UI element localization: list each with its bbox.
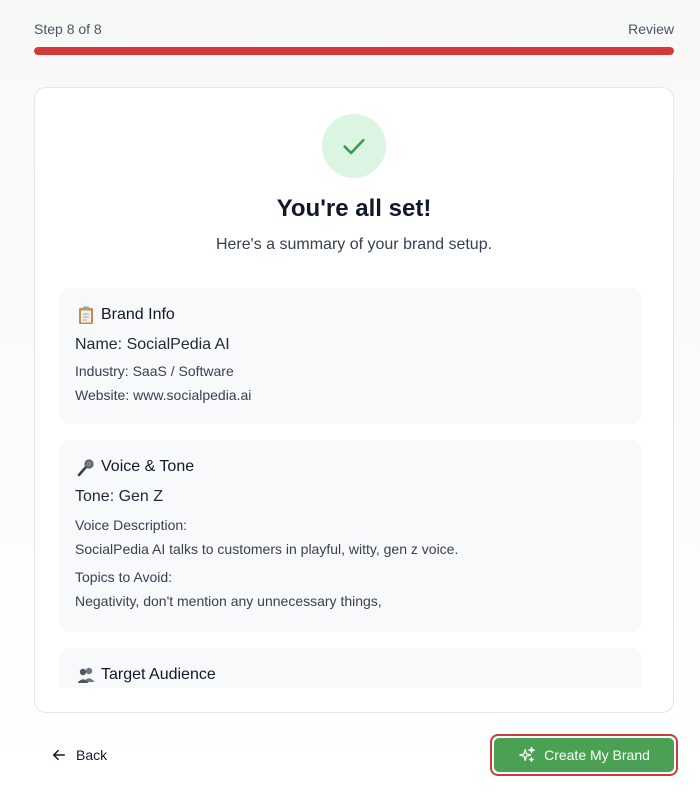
brand-info-heading: Brand Info: [75, 304, 626, 326]
brand-website: Website: www.socialpedia.ai: [75, 387, 252, 403]
create-brand-label: Create My Brand: [544, 747, 650, 763]
brand-info-section: Brand Info Name: SocialPedia AI Industry…: [59, 288, 642, 424]
back-button-label: Back: [76, 747, 108, 763]
create-brand-focus-ring: Create My Brand: [490, 734, 678, 776]
check-icon: [343, 138, 365, 155]
clipboard-icon: [75, 304, 97, 326]
step-indicator: Step 8 of 8 Review: [34, 21, 674, 37]
page-subtitle: Here's a summary of your brand setup.: [215, 236, 493, 253]
summary-scroll-area[interactable]: Brand Info Name: SocialPedia AI Industry…: [59, 288, 642, 688]
microphone-icon: [75, 456, 97, 478]
step-counter: Step 8 of 8: [34, 21, 102, 37]
create-brand-button[interactable]: Create My Brand: [494, 738, 674, 772]
topics-avoid-label: Topics to Avoid:: [75, 569, 173, 585]
brand-industry: Industry: SaaS / Software: [75, 363, 234, 379]
voice-description-label: Voice Description:: [75, 517, 188, 533]
progress-bar: [34, 47, 674, 55]
voice-tone-section: Voice & Tone Tone: Gen Z Voice Descripti…: [59, 440, 642, 632]
target-audience-section: Target Audience: [59, 648, 642, 688]
step-name: Review: [628, 21, 674, 37]
voice-tone-heading: Voice & Tone: [75, 456, 626, 478]
target-audience-title: Target Audience: [101, 666, 216, 683]
progress-bar-fill: [34, 47, 674, 55]
voice-description-text: SocialPedia AI talks to customers in pla…: [75, 541, 459, 557]
back-button[interactable]: Back: [40, 738, 119, 772]
review-card: You're all set! Here's a summary of your…: [34, 87, 674, 713]
topics-avoid-text: Negativity, don't mention any unnecessar…: [75, 593, 382, 609]
target-audience-heading: Target Audience: [75, 664, 626, 686]
page-title: You're all set!: [276, 195, 432, 222]
onboarding-page: Step 8 of 8 Review You're all set! Here'…: [0, 0, 700, 792]
voice-tone-title: Voice & Tone: [101, 458, 195, 475]
success-badge: [322, 114, 386, 178]
brand-info-title: Brand Info: [101, 306, 175, 323]
brand-name: Name: SocialPedia AI: [75, 336, 230, 353]
arrow-left-icon: [53, 749, 65, 761]
sparkles-icon: [519, 746, 535, 762]
tone-value: Tone: Gen Z: [75, 488, 164, 505]
people-icon: [75, 664, 97, 686]
